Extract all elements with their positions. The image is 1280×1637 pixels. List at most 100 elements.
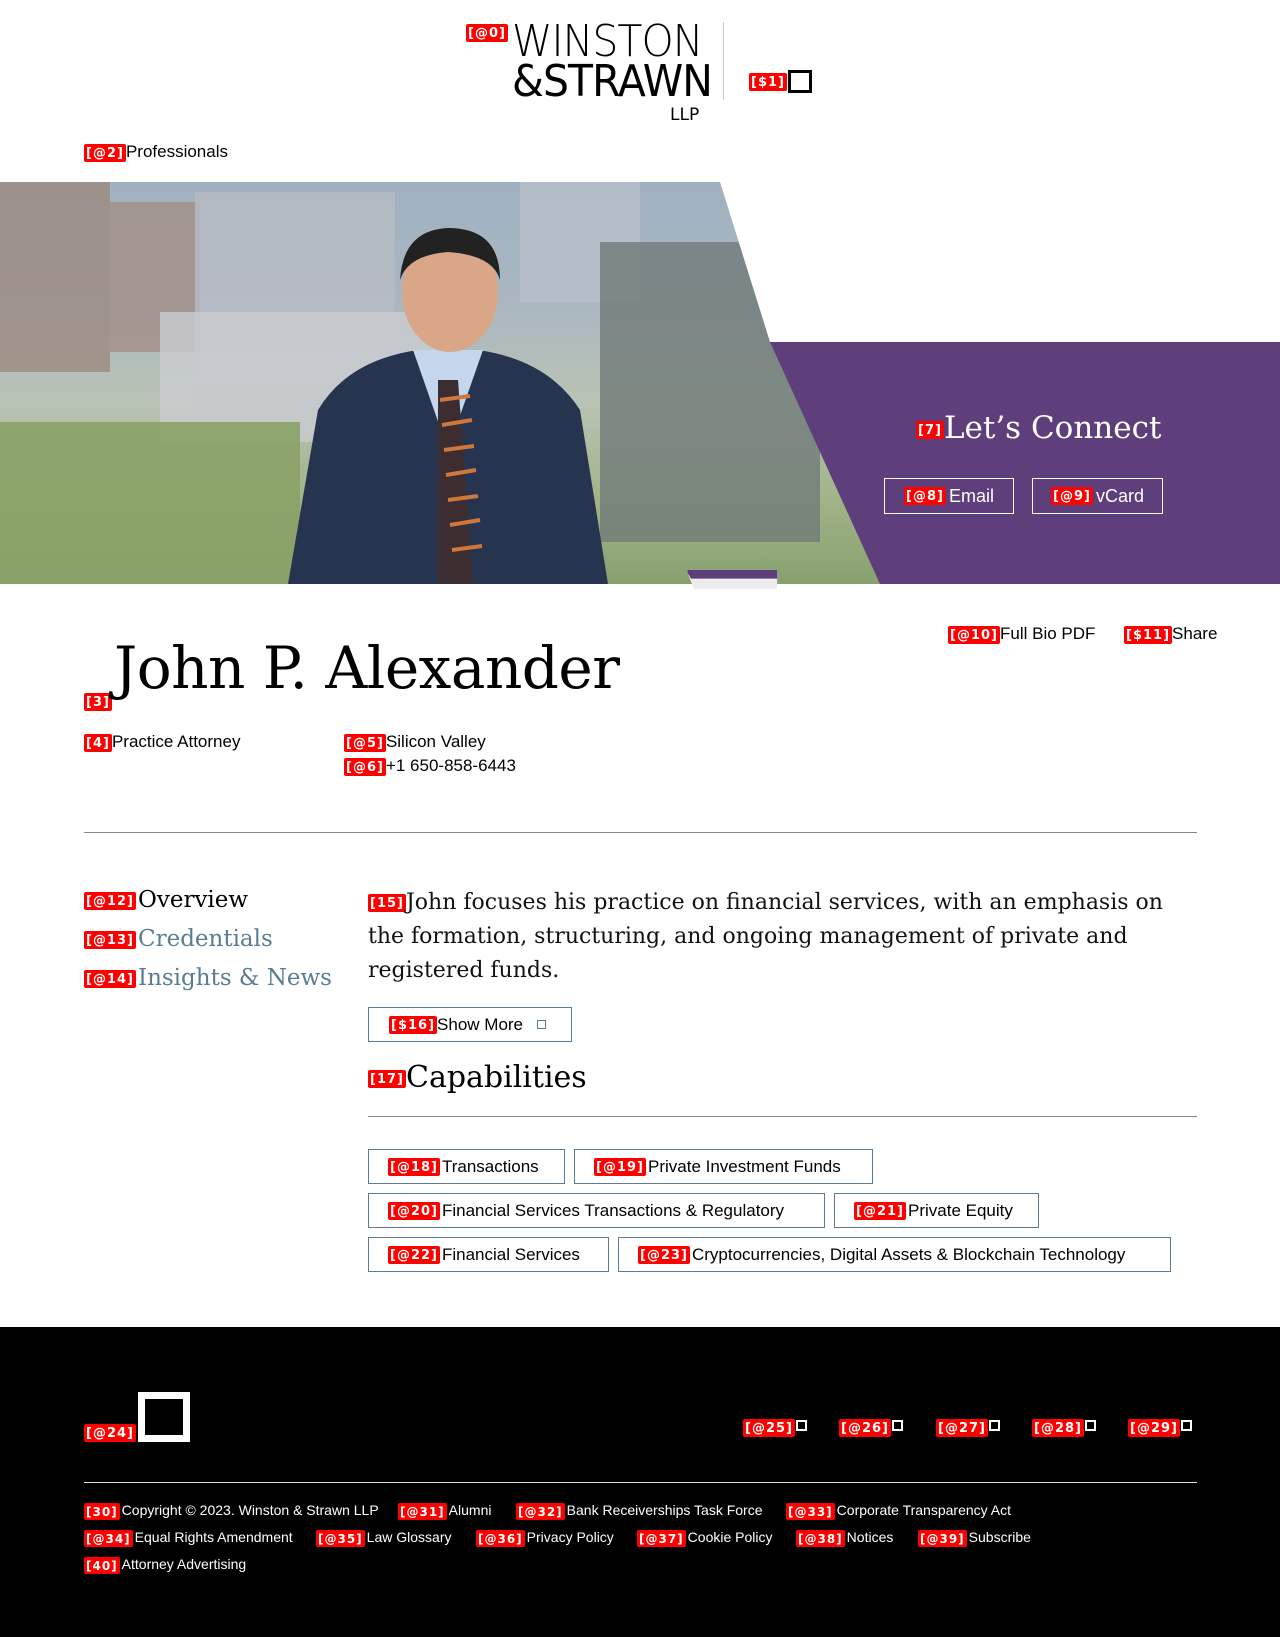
- footer-link-notices[interactable]: [@38] Notices: [796, 1529, 893, 1547]
- footer-link-label: Copyright © 2023. Winston & Strawn LLP: [121, 1502, 379, 1518]
- footer-link-bank-receiverships[interactable]: [@32] Bank Receiverships Task Force: [516, 1502, 763, 1520]
- share-button[interactable]: [$11] Share: [1124, 624, 1217, 644]
- element-tag: [@35]: [316, 1529, 365, 1547]
- element-tag: [@14]: [84, 970, 136, 988]
- element-tag: [@32]: [516, 1502, 565, 1520]
- phone-label: +1 650-858-6443: [385, 756, 516, 775]
- facebook-icon: [988, 1420, 1000, 1432]
- firm-logo[interactable]: [@0] WINSTON &STRAWN LLP: [466, 18, 726, 126]
- capability-chip[interactable]: [@19] Private Investment Funds: [574, 1149, 873, 1184]
- element-tag: [@33]: [786, 1502, 835, 1520]
- capability-label: Financial Services Transactions & Regula…: [441, 1200, 785, 1220]
- phone-link[interactable]: [@6] +1 650-858-6443: [344, 754, 516, 778]
- footer-link-corporate-transparency[interactable]: [@33] Corporate Transparency Act: [786, 1502, 1011, 1520]
- element-tag: [15]: [368, 894, 406, 912]
- footer-link-privacy-policy[interactable]: [@36] Privacy Policy: [476, 1529, 614, 1547]
- email-button[interactable]: [@8] Email: [884, 478, 1014, 514]
- overview-text: [15]John focuses his practice on financi…: [368, 886, 1198, 988]
- sidenav-insights-label: Insights & News: [137, 965, 332, 991]
- element-tag: [3]: [84, 693, 112, 711]
- menu-icon: [787, 70, 812, 93]
- copyright-text: [30] Copyright © 2023. Winston & Strawn L…: [84, 1502, 379, 1520]
- element-tag: [@28]: [1032, 1419, 1084, 1437]
- footer-link-label: Bank Receiverships Task Force: [566, 1502, 763, 1518]
- breadcrumb-professionals[interactable]: [@2] Professionals: [84, 142, 228, 162]
- instagram-icon: [1084, 1420, 1096, 1432]
- office-link[interactable]: [@5] Silicon Valley: [344, 730, 486, 754]
- element-tag: [@29]: [1128, 1419, 1180, 1437]
- site-footer: [@24] [@25] [@26] [@27] [@28] [@29] [30]…: [0, 1327, 1280, 1637]
- element-tag: [40]: [84, 1556, 120, 1574]
- element-tag: [@0]: [466, 24, 508, 42]
- element-tag: [@37]: [637, 1529, 686, 1547]
- footer-logo-link[interactable]: [@24]: [84, 1392, 190, 1442]
- attorney-advertising-text: [40] Attorney Advertising: [84, 1556, 246, 1574]
- capability-label: Transactions: [441, 1156, 539, 1176]
- lets-connect-heading: [7]Let’s Connect: [916, 410, 1161, 446]
- footer-link-label: Subscribe: [968, 1529, 1031, 1545]
- full-bio-pdf-link[interactable]: [@10] Full Bio PDF: [948, 624, 1095, 644]
- element-tag: [@19]: [594, 1157, 646, 1176]
- footer-link-alumni[interactable]: [@31] Alumni: [398, 1502, 491, 1520]
- sidenav-overview-label: Overview: [137, 887, 249, 913]
- attorney-name: [3]John P. Alexander: [84, 632, 620, 711]
- footer-link-label: Equal Rights Amendment: [134, 1529, 293, 1545]
- social-link-facebook[interactable]: [@27]: [936, 1419, 1000, 1437]
- hero-banner: [0, 182, 1280, 584]
- youtube-icon: [1180, 1420, 1192, 1432]
- footer-link-cookie-policy[interactable]: [@37] Cookie Policy: [637, 1529, 773, 1547]
- footer-link-label: Attorney Advertising: [121, 1556, 247, 1572]
- full-bio-pdf-label: Full Bio PDF: [999, 624, 1096, 643]
- element-tag: [@8]: [904, 487, 946, 505]
- social-link-twitter[interactable]: [@26]: [839, 1419, 903, 1437]
- footer-link-subscribe[interactable]: [@39] Subscribe: [918, 1529, 1031, 1547]
- element-tag: [@36]: [476, 1529, 525, 1547]
- capability-label: Private Equity: [907, 1200, 1013, 1220]
- email-label: Email: [948, 485, 994, 506]
- element-tag: [@12]: [84, 892, 136, 910]
- footer-divider: [84, 1482, 1197, 1483]
- capability-chip[interactable]: [@20] Financial Services Transactions & R…: [368, 1193, 825, 1228]
- element-tag: [$16]: [389, 1015, 438, 1034]
- element-tag: [@21]: [854, 1201, 906, 1220]
- social-link-linkedin[interactable]: [@25]: [743, 1419, 807, 1437]
- element-tag: [@9]: [1051, 487, 1093, 505]
- breadcrumb-label: Professionals: [125, 142, 228, 161]
- sidenav-insights-news[interactable]: [@14] Insights & News: [84, 965, 332, 991]
- linkedin-icon: [795, 1420, 807, 1432]
- capability-chip[interactable]: [@18] Transactions: [368, 1149, 565, 1184]
- capability-chip[interactable]: [@23] Cryptocurrencies, Digital Assets & …: [618, 1237, 1171, 1272]
- overview-paragraph: John focuses his practice on financial s…: [368, 890, 1163, 983]
- element-tag: [@25]: [743, 1419, 795, 1437]
- footer-link-label: Alumni: [448, 1502, 492, 1518]
- capability-label: Private Investment Funds: [647, 1156, 841, 1176]
- element-tag: [30]: [84, 1502, 120, 1520]
- capability-chip[interactable]: [@21] Private Equity: [834, 1193, 1039, 1228]
- footer-link-law-glossary[interactable]: [@35] Law Glossary: [316, 1529, 451, 1547]
- footer-link-label: Notices: [846, 1529, 894, 1545]
- element-tag: [@34]: [84, 1529, 133, 1547]
- footer-link-equal-rights[interactable]: [@34] Equal Rights Amendment: [84, 1529, 293, 1547]
- attorney-title-text: Practice Attorney: [111, 732, 241, 751]
- sidenav-overview[interactable]: [@12] Overview: [84, 887, 248, 913]
- capability-chip[interactable]: [@22] Financial Services: [368, 1237, 609, 1272]
- footer-link-label: Law Glossary: [366, 1529, 452, 1545]
- hero-angle-overlay: [720, 182, 1280, 584]
- social-link-youtube[interactable]: [@29]: [1128, 1419, 1192, 1437]
- capability-label: Financial Services: [441, 1244, 580, 1264]
- element-tag: [@39]: [918, 1529, 967, 1547]
- vcard-button[interactable]: [@9] vCard: [1032, 478, 1163, 514]
- element-tag: [@5]: [344, 733, 386, 752]
- sidenav-credentials[interactable]: [@13] Credentials: [84, 926, 273, 952]
- menu-button[interactable]: [$1]: [749, 70, 812, 93]
- capabilities-divider: [368, 1116, 1197, 1117]
- element-tag: [@31]: [398, 1502, 447, 1520]
- social-link-instagram[interactable]: [@28]: [1032, 1419, 1096, 1437]
- element-tag: [@38]: [796, 1529, 845, 1547]
- element-tag: [7]: [916, 420, 944, 439]
- element-tag: [@27]: [936, 1419, 988, 1437]
- share-label: Share: [1172, 624, 1218, 643]
- lets-connect-label: Let’s Connect: [943, 410, 1162, 446]
- show-more-button[interactable]: [$16] Show More: [368, 1007, 572, 1042]
- footer-logo-icon: [137, 1392, 190, 1442]
